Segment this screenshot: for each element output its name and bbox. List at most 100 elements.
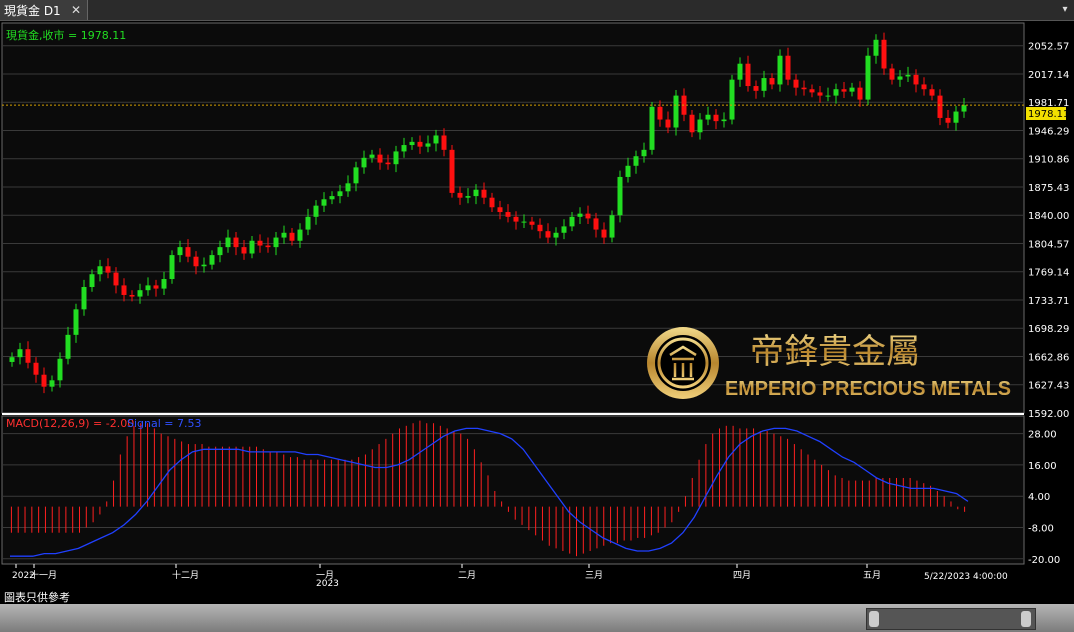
candle-body [9, 357, 15, 362]
tab-menu-icon[interactable]: ▾ [1058, 2, 1072, 18]
chart-area[interactable]: 2052.572017.141981.711946.291910.861875.… [0, 21, 1074, 589]
x-year-label: 2023 [316, 579, 339, 589]
watermark-english: EMPERIO PRECIOUS METALS [725, 378, 1011, 400]
candle-body [905, 74, 911, 77]
candle-body [329, 196, 335, 200]
candle-body [185, 247, 191, 257]
candle-body [729, 79, 735, 120]
price-tick-label: 1769.14 [1028, 268, 1069, 279]
candle-body [409, 141, 415, 146]
candle-body [473, 189, 479, 197]
candle-body [241, 247, 247, 254]
candle-body [865, 55, 871, 100]
chart-scrollbar[interactable] [0, 604, 1074, 632]
price-tick-label: 1840.00 [1028, 211, 1069, 222]
candle-body [209, 255, 215, 265]
candle-body [961, 105, 967, 112]
macd-tick-label: 28.00 [1028, 430, 1057, 441]
candle-body [945, 117, 951, 123]
candle-body [369, 154, 375, 158]
candle-body [33, 362, 39, 375]
candle-body [657, 106, 663, 120]
macd-tick-label: -8.00 [1028, 524, 1054, 535]
candle-body [697, 119, 703, 133]
candle-body [593, 218, 599, 230]
candle-body [673, 95, 679, 128]
candle-body [337, 191, 343, 197]
candle-body [609, 215, 615, 238]
macd-tick-label: 16.00 [1028, 461, 1057, 472]
price-legend: 現貨金,收市 = 1978.11 [6, 28, 126, 42]
tab-title: 現貨金 D1 [4, 3, 61, 18]
candle-body [137, 290, 143, 297]
candle-body [705, 114, 711, 120]
candle-body [169, 255, 175, 280]
candle-body [737, 63, 743, 80]
candle-body [425, 143, 431, 147]
candle-body [569, 216, 575, 227]
candle-body [289, 232, 295, 241]
candle-body [441, 135, 447, 150]
candle-body [353, 167, 359, 184]
candle-body [841, 89, 847, 92]
chart-tab[interactable]: 現貨金 D1 ✕ [0, 0, 88, 20]
candle-body [73, 309, 79, 335]
candle-body [25, 349, 31, 363]
candle-body [937, 95, 943, 118]
candle-body [505, 212, 511, 217]
candle-body [41, 374, 47, 387]
watermark-logo: 帝鋒貴金屬 EMPERIO PRECIOUS METALS [647, 327, 1011, 400]
candle-body [641, 149, 647, 157]
candle-body [665, 119, 671, 128]
candle-body [81, 287, 87, 310]
tab-bar: 現貨金 D1 ✕ ▾ [0, 0, 1074, 21]
candle-body [65, 334, 71, 359]
scroll-thumb[interactable] [866, 608, 1036, 630]
candle-body [745, 63, 751, 87]
candle-body [361, 157, 367, 168]
close-icon[interactable]: ✕ [69, 3, 83, 17]
candle-body [817, 92, 823, 96]
right-resize-handle[interactable] [1021, 611, 1031, 627]
candle-body [321, 199, 327, 206]
candle-body [105, 266, 111, 273]
price-tick-label: 2052.57 [1028, 42, 1069, 53]
candle-body [49, 380, 55, 387]
candle-body [457, 192, 463, 198]
candle-body [217, 247, 223, 256]
candle-body [785, 55, 791, 80]
candle-body [537, 224, 543, 232]
macd-legend: MACD(12,26,9) = -2.00 [6, 417, 134, 430]
x-tick-label: 三月 [585, 570, 603, 581]
candle-body [721, 119, 727, 122]
price-tick-label: 1910.86 [1028, 155, 1069, 166]
candle-body [625, 165, 631, 177]
price-tick-label: 1662.86 [1028, 352, 1069, 363]
candle-body [89, 274, 95, 287]
candle-body [153, 285, 159, 289]
candle-body [121, 285, 127, 295]
price-tick-label: 1698.29 [1028, 324, 1069, 335]
candle-body [617, 176, 623, 216]
candle-body [129, 294, 135, 297]
candle-body [305, 216, 311, 230]
candle-body [761, 78, 767, 91]
left-resize-handle[interactable] [869, 611, 879, 627]
candle-body [401, 145, 407, 152]
candle-body [417, 141, 423, 147]
candle-body [953, 111, 959, 123]
candle-body [633, 156, 639, 166]
cursor-time-label: 5/22/2023 4:00:00 [924, 572, 1008, 582]
signal-legend: Signal = 7.53 [127, 417, 202, 430]
candle-body [489, 197, 495, 208]
candle-body [793, 79, 799, 88]
candle-body [97, 266, 103, 275]
candle-body [689, 114, 695, 133]
x-tick-label: 十二月 [172, 569, 199, 581]
candle-body [777, 55, 783, 85]
candle-body [545, 231, 551, 238]
candle-body [521, 221, 527, 223]
candle-body [857, 87, 863, 100]
candle-body [921, 84, 927, 90]
candle-body [649, 106, 655, 150]
